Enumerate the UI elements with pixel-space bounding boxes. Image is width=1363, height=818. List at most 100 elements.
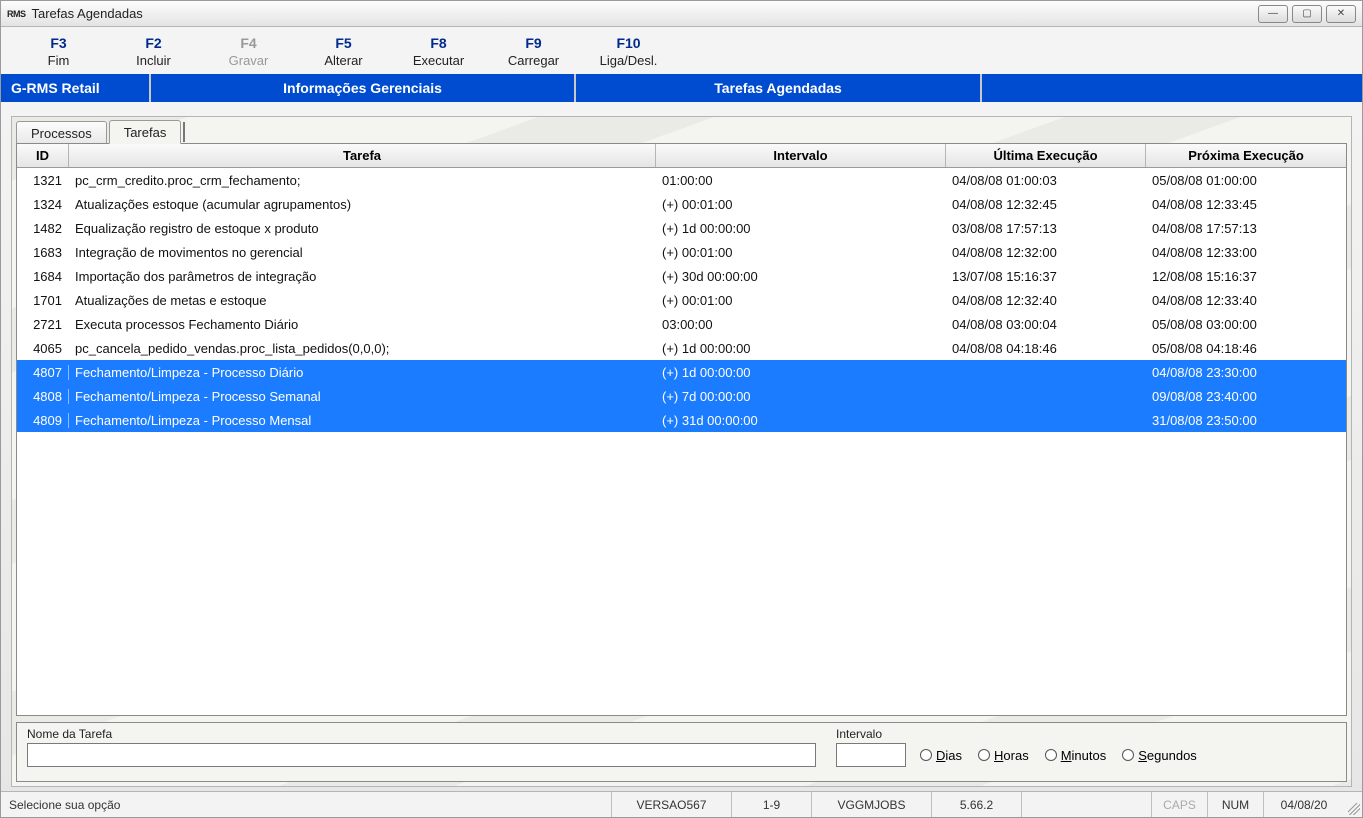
breadcrumb-brand: G-RMS Retail [1, 74, 151, 102]
table-row[interactable]: 4808Fechamento/Limpeza - Processo Semana… [17, 384, 1346, 408]
toolbar-executar[interactable]: F8Executar [391, 35, 486, 68]
cell-task: Atualizações de metas e estoque [69, 293, 656, 308]
tab-processos[interactable]: Processos [16, 121, 107, 144]
toolbar-label: Liga/Desl. [581, 53, 676, 68]
cell-next: 05/08/08 03:00:00 [1146, 317, 1346, 332]
resize-grip-icon[interactable] [1344, 792, 1362, 817]
toolbar-key: F8 [391, 35, 486, 51]
toolbar-label: Fim [11, 53, 106, 68]
cell-id: 1324 [17, 197, 69, 212]
tab-tarefas[interactable]: Tarefas [109, 120, 182, 144]
cell-task: Executa processos Fechamento Diário [69, 317, 656, 332]
cell-next: 31/08/08 23:50:00 [1146, 413, 1346, 428]
breadcrumb-tail [982, 74, 1362, 102]
table-row[interactable]: 1701Atualizações de metas e estoque(+) 0… [17, 288, 1346, 312]
interval-input[interactable] [836, 743, 906, 767]
cell-last: 04/08/08 01:00:03 [946, 173, 1146, 188]
function-key-toolbar: F3 FimF2 IncluirF4 GravarF5AlterarF8Executa… [1, 27, 1362, 74]
cell-interval: (+) 7d 00:00:00 [656, 389, 946, 404]
cell-interval: (+) 30d 00:00:00 [656, 269, 946, 284]
titlebar[interactable]: RMS Tarefas Agendadas — ▢ ✕ [1, 1, 1362, 27]
table-row[interactable]: 1482Equalização registro de estoque x pr… [17, 216, 1346, 240]
cell-next: 04/08/08 23:30:00 [1146, 365, 1346, 380]
toolbar-label: Incluir [106, 53, 201, 68]
header-next[interactable]: Próxima Execução [1146, 144, 1346, 167]
cell-task: Fechamento/Limpeza - Processo Diário [69, 365, 656, 380]
toolbar-key: F4 [201, 35, 296, 51]
window-title: Tarefas Agendadas [32, 6, 1259, 21]
status-num: NUM [1208, 792, 1264, 817]
header-interval[interactable]: Intervalo [656, 144, 946, 167]
cell-id: 4809 [17, 413, 69, 428]
cell-interval: (+) 00:01:00 [656, 245, 946, 260]
radio-dot-icon [920, 749, 932, 761]
cell-next: 04/08/08 12:33:00 [1146, 245, 1346, 260]
radio-dot-icon [978, 749, 990, 761]
cell-last: 04/08/08 03:00:04 [946, 317, 1146, 332]
cell-id: 1701 [17, 293, 69, 308]
cell-last: 04/08/08 04:18:46 [946, 341, 1146, 356]
radio-horas[interactable]: Horas [978, 748, 1029, 763]
table-row[interactable]: 4807Fechamento/Limpeza - Processo Diário… [17, 360, 1346, 384]
cell-interval: 03:00:00 [656, 317, 946, 332]
cell-task: Atualizações estoque (acumular agrupamen… [69, 197, 656, 212]
toolbar-key: F3 [11, 35, 106, 51]
header-id[interactable]: ID [17, 144, 69, 167]
grid-body[interactable]: 1321pc_crm_credito.proc_crm_fechamento;0… [17, 168, 1346, 715]
breadcrumb-page: Tarefas Agendadas [576, 74, 982, 102]
app-window: RMS Tarefas Agendadas — ▢ ✕ F3 FimF2 Inclu… [0, 0, 1363, 818]
table-row[interactable]: 4065pc_cancela_pedido_vendas.proc_lista_… [17, 336, 1346, 360]
toolbar-fim[interactable]: F3 Fim [11, 35, 106, 68]
maximize-button[interactable]: ▢ [1292, 5, 1322, 23]
table-row[interactable]: 1321pc_crm_credito.proc_crm_fechamento;0… [17, 168, 1346, 192]
cell-next: 05/08/08 04:18:46 [1146, 341, 1346, 356]
cell-interval: (+) 1d 00:00:00 [656, 221, 946, 236]
cell-interval: (+) 1d 00:00:00 [656, 341, 946, 356]
cell-interval: (+) 1d 00:00:00 [656, 365, 946, 380]
header-task[interactable]: Tarefa [69, 144, 656, 167]
cell-id: 1482 [17, 221, 69, 236]
task-grid: ID Tarefa Intervalo Última Execução Próx… [16, 143, 1347, 716]
cell-interval: (+) 31d 00:00:00 [656, 413, 946, 428]
radio-segundos[interactable]: Segundos [1122, 748, 1197, 763]
cell-id: 4808 [17, 389, 69, 404]
cell-task: Equalização registro de estoque x produt… [69, 221, 656, 236]
status-job: VGGMJOBS [812, 792, 932, 817]
table-row[interactable]: 1683Integração de movimentos no gerencia… [17, 240, 1346, 264]
table-row[interactable]: 2721Executa processos Fechamento Diário0… [17, 312, 1346, 336]
header-last[interactable]: Última Execução [946, 144, 1146, 167]
radio-dias[interactable]: Dias [920, 748, 962, 763]
close-button[interactable]: ✕ [1326, 5, 1356, 23]
minimize-button[interactable]: — [1258, 5, 1288, 23]
status-caps: CAPS [1152, 792, 1208, 817]
cell-id: 2721 [17, 317, 69, 332]
toolbar-label: Gravar [201, 53, 296, 68]
cell-interval: (+) 00:01:00 [656, 293, 946, 308]
main-panel: Processos Tarefas ID Tarefa Intervalo Úl… [11, 116, 1352, 787]
toolbar-gravar: F4 Gravar [201, 35, 296, 68]
toolbar-key: F10 [581, 35, 676, 51]
table-row[interactable]: 1324Atualizações estoque (acumular agrup… [17, 192, 1346, 216]
status-version: VERSAO567 [612, 792, 732, 817]
cell-interval: 01:00:00 [656, 173, 946, 188]
cell-task: pc_cancela_pedido_vendas.proc_lista_pedi… [69, 341, 656, 356]
radio-minutos[interactable]: Minutos [1045, 748, 1107, 763]
cell-last: 04/08/08 12:32:40 [946, 293, 1146, 308]
task-name-label: Nome da Tarefa [27, 727, 816, 741]
toolbar-key: F2 [106, 35, 201, 51]
toolbar-ligadesl[interactable]: F10 Liga/Desl. [581, 35, 676, 68]
cell-last: 04/08/08 12:32:00 [946, 245, 1146, 260]
toolbar-incluir[interactable]: F2 Incluir [106, 35, 201, 68]
status-range: 1-9 [732, 792, 812, 817]
cell-id: 4065 [17, 341, 69, 356]
status-build: 5.66.2 [932, 792, 1022, 817]
table-row[interactable]: 1684Importação dos parâmetros de integra… [17, 264, 1346, 288]
cell-next: 05/08/08 01:00:00 [1146, 173, 1346, 188]
toolbar-alterar[interactable]: F5Alterar [296, 35, 391, 68]
table-row[interactable]: 4809Fechamento/Limpeza - Processo Mensal… [17, 408, 1346, 432]
task-name-input[interactable] [27, 743, 816, 767]
tab-strip: Processos Tarefas [16, 117, 1351, 143]
content-area: Processos Tarefas ID Tarefa Intervalo Úl… [1, 102, 1362, 791]
toolbar-key: F5 [296, 35, 391, 51]
toolbar-carregar[interactable]: F9Carregar [486, 35, 581, 68]
